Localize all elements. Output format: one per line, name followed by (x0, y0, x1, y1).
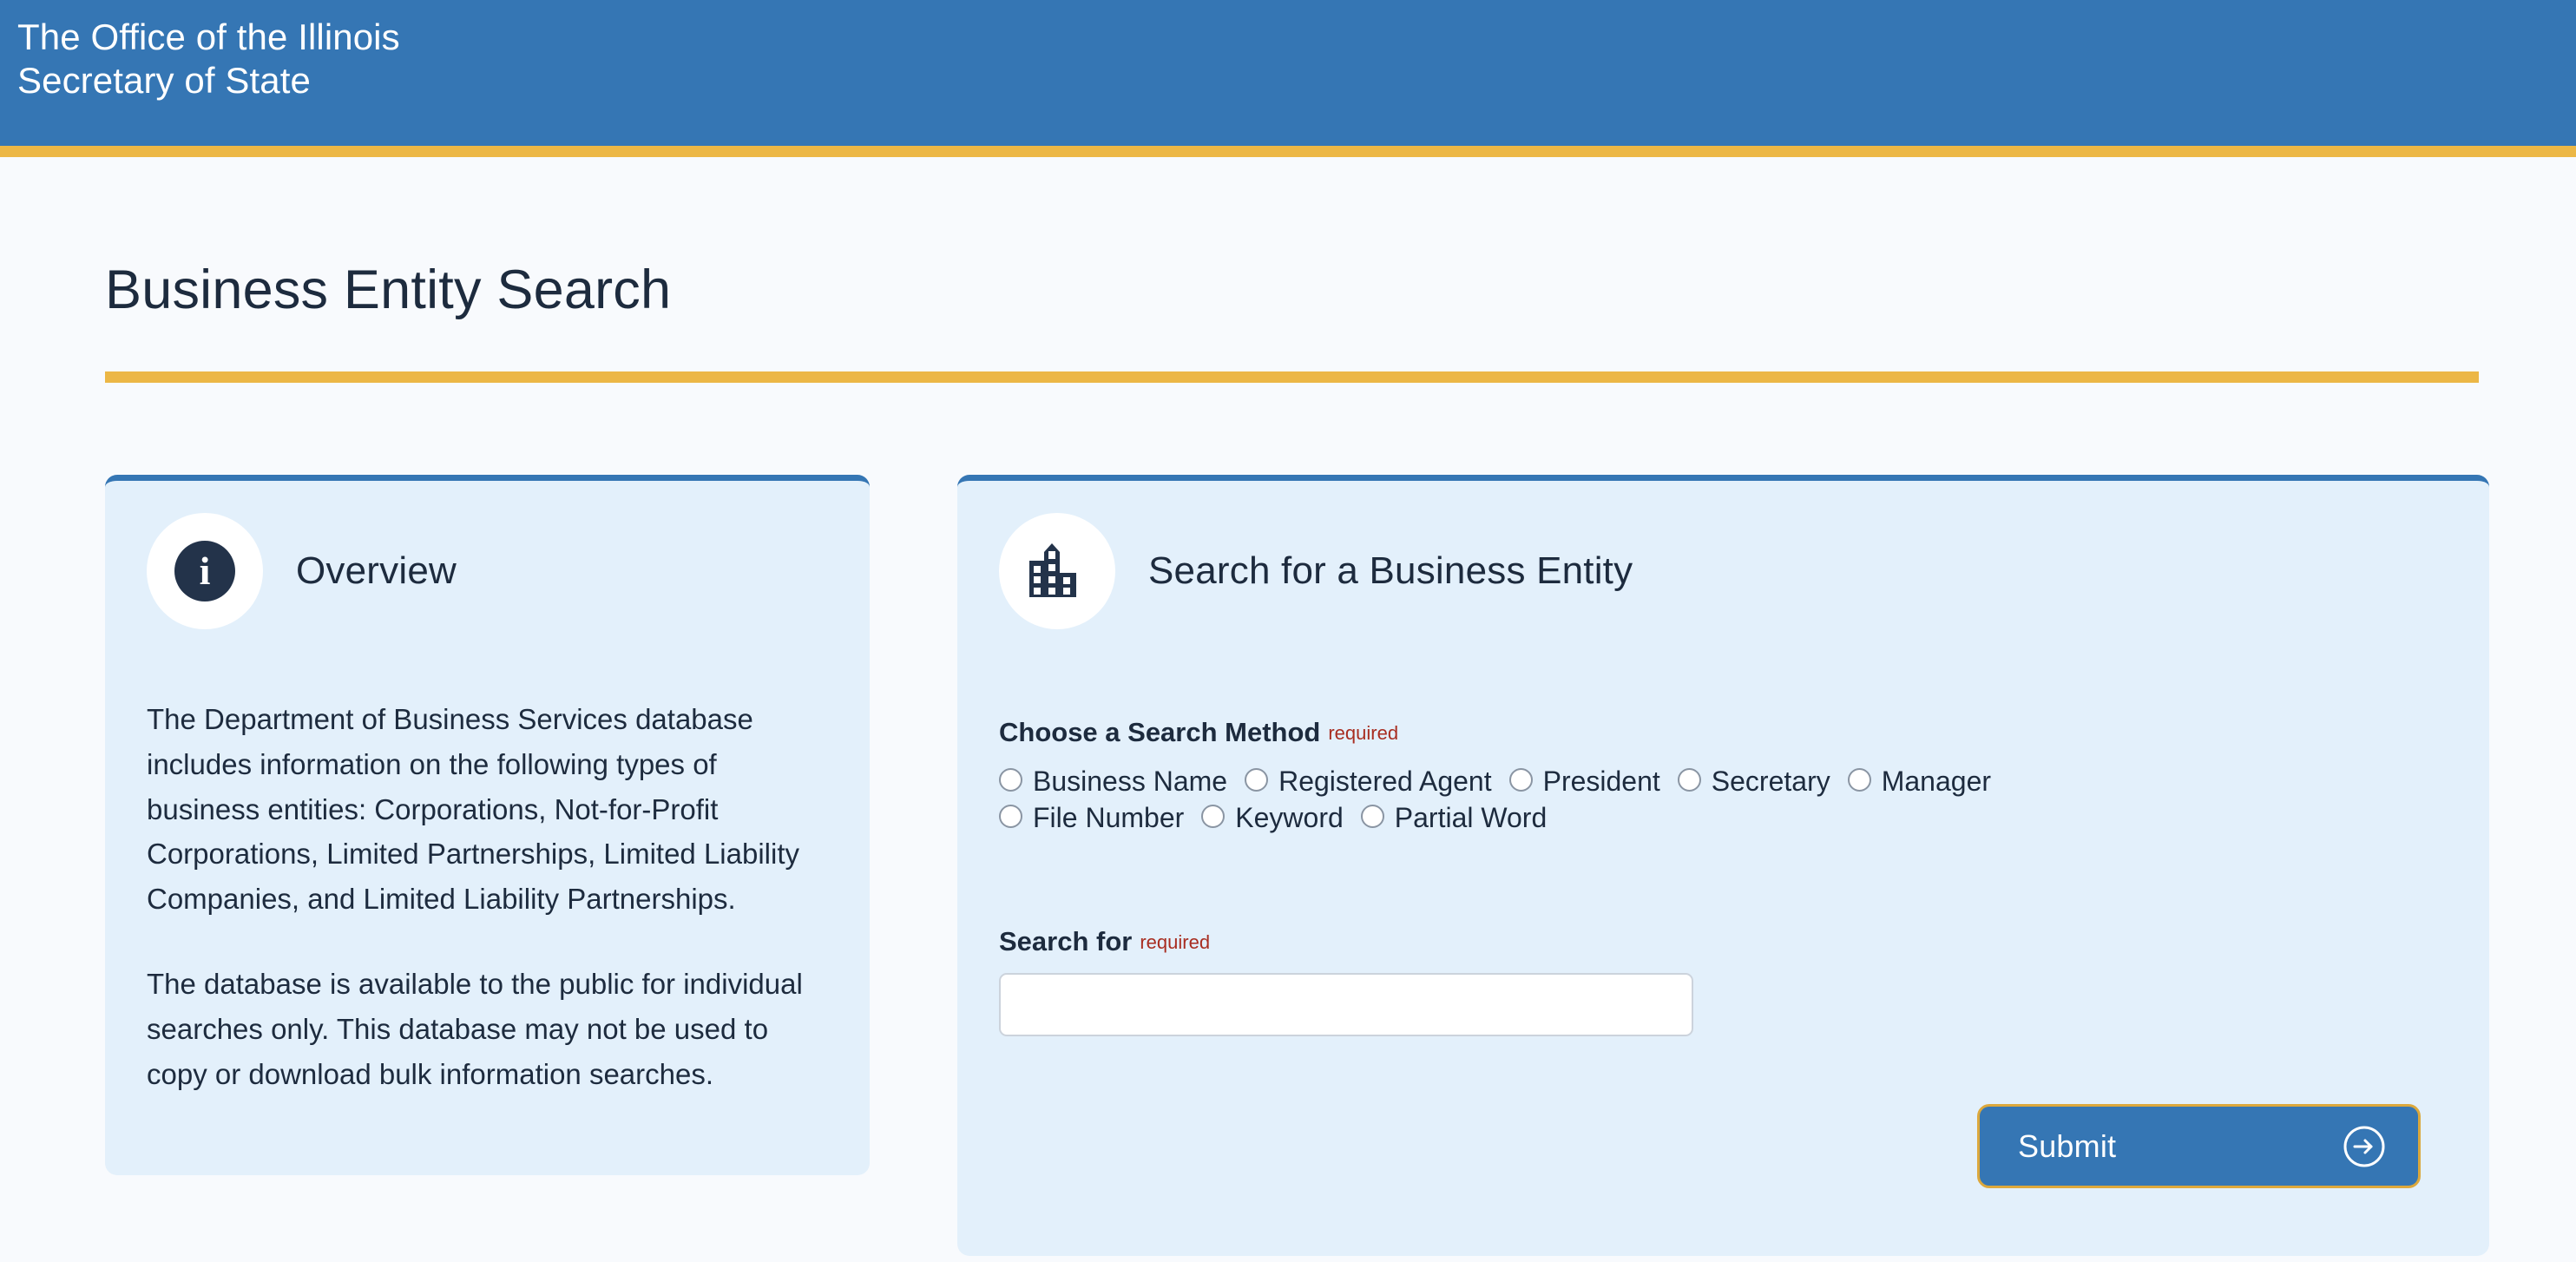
search-for-label: Search for required (999, 926, 2448, 957)
search-for-required-tag: required (1140, 931, 1211, 953)
radio-keyword-label: Keyword (1235, 802, 1344, 833)
masthead-accent-rule (0, 146, 2576, 157)
search-card: Search for a Business Entity Choose a Se… (957, 475, 2489, 1256)
search-method-row-2: File Number Keyword Partial Word (999, 804, 2448, 831)
arrow-right-circle-icon (2342, 1124, 2387, 1169)
radio-keyword-dot[interactable] (1201, 805, 1226, 828)
page-title: Business Entity Search (105, 260, 672, 320)
overview-card: i Overview The Department of Business Se… (105, 475, 870, 1175)
search-card-title: Search for a Business Entity (1148, 549, 1633, 592)
radio-file-number-dot[interactable] (999, 805, 1022, 828)
info-badge-circle: i (174, 541, 235, 601)
search-input[interactable] (999, 973, 1693, 1036)
radio-partial-word-dot[interactable] (1360, 805, 1384, 828)
radio-secretary-dot[interactable] (1677, 768, 1701, 792)
search-method-required-tag: required (1328, 722, 1399, 744)
building-icon (999, 513, 1115, 629)
search-method-label-text: Choose a Search Method (999, 717, 1321, 747)
search-method-label: Choose a Search Method required (999, 717, 1398, 748)
radio-president-label: President (1542, 766, 1660, 797)
search-for-label-text: Search for (999, 926, 1133, 956)
radio-manager-label: Manager (1881, 766, 1992, 797)
site-masthead: The Office of the Illinois Secretary of … (0, 0, 2576, 146)
search-method-row-1: Business Name Registered Agent President (999, 767, 2448, 795)
radio-secretary[interactable]: Secretary (1677, 766, 1830, 797)
overview-paragraph-2: The database is available to the public … (147, 967, 803, 1090)
radio-business-name-label: Business Name (1033, 766, 1228, 797)
overview-body: The Department of Business Services data… (147, 629, 828, 1096)
page-title-rule (105, 371, 2479, 383)
search-card-header: Search for a Business Entity (999, 481, 2448, 629)
radio-registered-agent-dot[interactable] (1245, 768, 1269, 792)
radio-registered-agent-label: Registered Agent (1278, 766, 1492, 797)
search-method-fieldset: Choose a Search Method required Business … (999, 717, 2448, 831)
radio-file-number[interactable]: File Number (999, 804, 1184, 831)
radio-business-name[interactable]: Business Name (999, 767, 1227, 795)
radio-registered-agent[interactable]: Registered Agent (1245, 767, 1492, 795)
overview-card-title: Overview (296, 549, 457, 592)
overview-paragraph-1: The Department of Business Services data… (147, 703, 800, 916)
submit-row: Submit (999, 1036, 2448, 1188)
submit-button-label: Submit (2018, 1127, 2117, 1164)
radio-secretary-label: Secretary (1711, 766, 1830, 797)
business-entity-search-form: Choose a Search Method required Business … (999, 629, 2448, 1188)
radio-partial-word[interactable]: Partial Word (1360, 802, 1548, 833)
building-icon-glyph (1029, 543, 1076, 597)
radio-file-number-label: File Number (1033, 802, 1185, 833)
radio-president[interactable]: President (1508, 766, 1660, 797)
radio-manager-dot[interactable] (1847, 768, 1871, 792)
submit-button[interactable]: Submit (1977, 1104, 2421, 1188)
search-for-block: Search for required (999, 926, 2448, 1036)
radio-manager[interactable]: Manager (1847, 766, 1992, 797)
radio-partial-word-label: Partial Word (1394, 802, 1548, 833)
search-method-options: Business Name Registered Agent President (999, 767, 2448, 831)
radio-business-name-dot[interactable] (999, 768, 1022, 792)
page-content: Business Entity Search i Overview The De… (0, 157, 2576, 1256)
info-icon: i (147, 513, 263, 629)
radio-president-dot[interactable] (1508, 768, 1533, 792)
info-icon-glyph: i (199, 549, 211, 593)
cards-row: i Overview The Department of Business Se… (0, 383, 2576, 1256)
masthead-title: The Office of the Illinois Secretary of … (17, 16, 400, 101)
overview-card-header: i Overview (147, 481, 828, 629)
radio-keyword[interactable]: Keyword (1201, 804, 1344, 831)
